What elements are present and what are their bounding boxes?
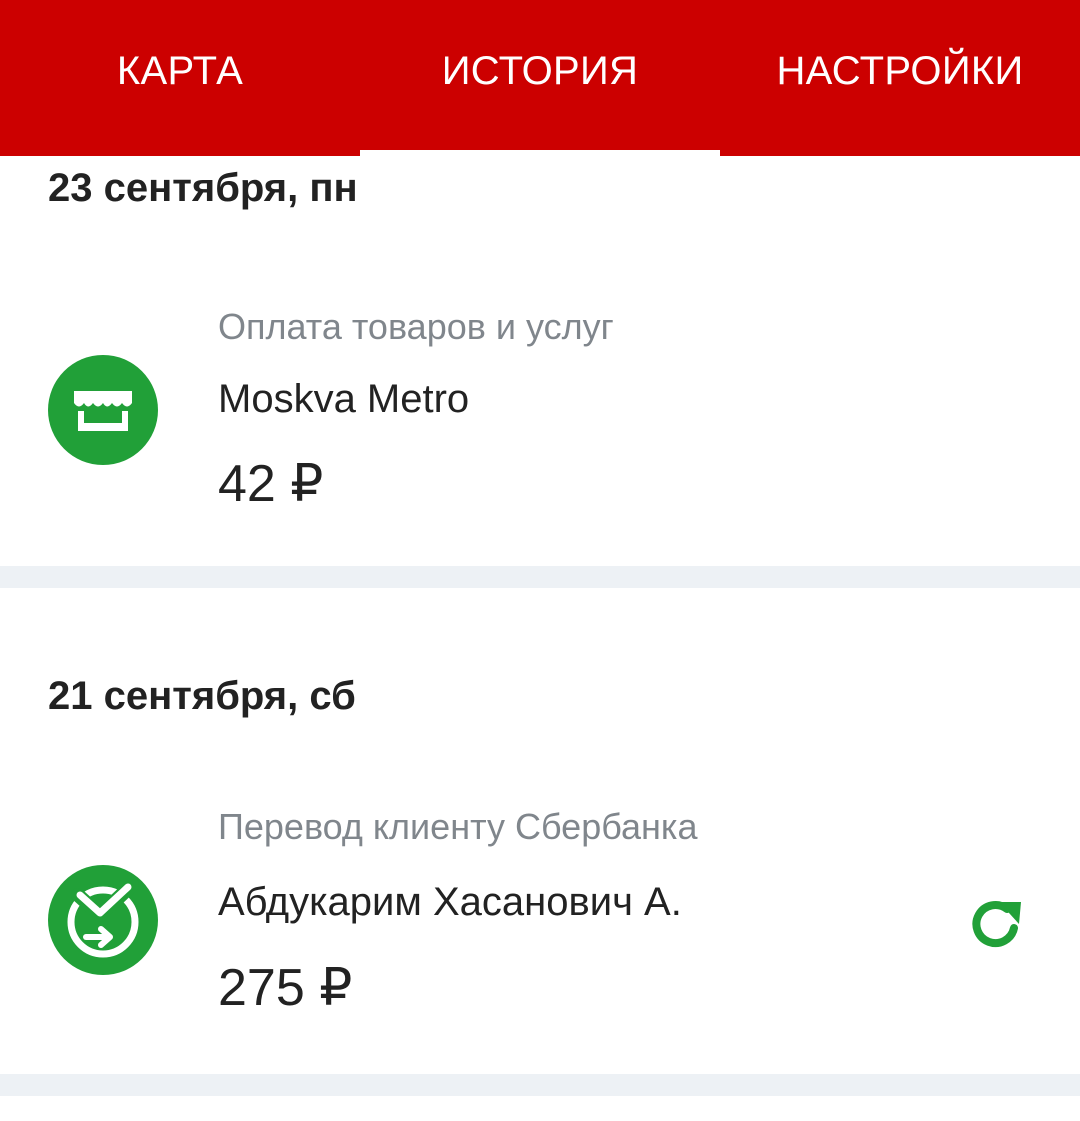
tab-history[interactable]: ИСТОРИЯ: [360, 0, 720, 156]
transaction-category: Перевод клиенту Сбербанка: [218, 806, 698, 847]
transaction-name: Moskva Metro: [218, 377, 470, 421]
history-list: 23 сентября, пн Оплата товаров и услуг M…: [0, 156, 1080, 1121]
sber-transfer-icon: [48, 865, 158, 975]
store-icon: [48, 355, 158, 465]
transaction-amount: 275 ₽: [218, 959, 353, 1017]
transaction-item[interactable]: Оплата товаров и услуг Moskva Metro 42 ₽: [0, 296, 1080, 526]
day-title: 21 сентября, сб: [48, 674, 356, 718]
section-divider: [0, 1074, 1080, 1096]
history-day: 21 сентября, сб Перевод клиенту Сбербанк…: [0, 588, 1080, 1074]
tab-card[interactable]: КАРТА: [0, 0, 360, 156]
section-divider: [0, 566, 1080, 588]
history-day: 23 сентября, пн Оплата товаров и услуг M…: [0, 156, 1080, 566]
transaction-category: Оплата товаров и услуг: [218, 306, 614, 347]
day-title: 23 сентября, пн: [48, 166, 358, 210]
repeat-icon[interactable]: [966, 894, 1028, 956]
transaction-item[interactable]: Перевод клиенту Сбербанка Абдукарим Хаса…: [0, 806, 1080, 1040]
tab-bar: КАРТА ИСТОРИЯ НАСТРОЙКИ: [0, 0, 1080, 156]
transaction-amount: 42 ₽: [218, 455, 324, 513]
transaction-name: Абдукарим Хасанович А.: [218, 880, 682, 924]
tab-settings[interactable]: НАСТРОЙКИ: [720, 0, 1080, 156]
